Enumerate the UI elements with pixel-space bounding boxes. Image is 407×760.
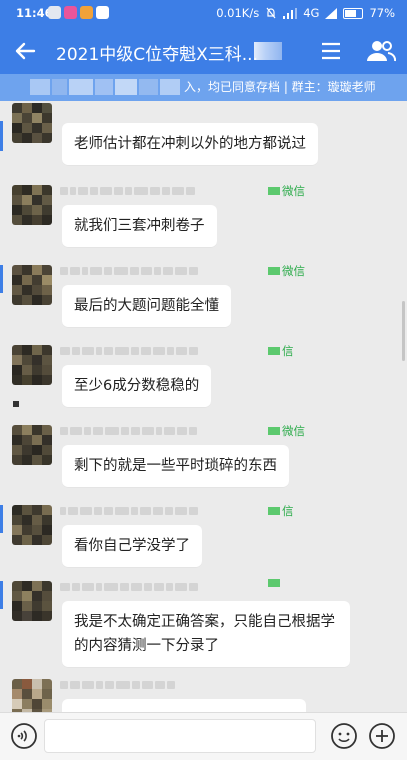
plus-icon[interactable] bbox=[368, 722, 396, 750]
message-bubble-partial[interactable] bbox=[62, 699, 306, 712]
signal-icon bbox=[325, 7, 338, 19]
status-app-icons bbox=[48, 6, 109, 19]
message-bubble[interactable]: 最后的大题问题能全懂 bbox=[62, 285, 231, 327]
message-text: 最后的大题问题能全懂 bbox=[74, 298, 219, 314]
voice-icon[interactable] bbox=[10, 722, 38, 750]
message-text: 就我们三套冲刺卷子 bbox=[74, 218, 205, 234]
battery-icon bbox=[343, 7, 364, 19]
unread-marker bbox=[0, 505, 3, 533]
group-notice-bar[interactable]: 入，均已同意存档 | 群主：璇璇老师 bbox=[0, 74, 407, 101]
notice-text: 入，均已同意存档 | 群主：璇璇老师 bbox=[184, 80, 376, 94]
message-bubble[interactable]: 我是不太确定正确答案，只能自己根据学的内容猜测一下分录了 bbox=[62, 601, 350, 667]
wechat-source-tag: 微信 bbox=[268, 263, 305, 279]
message-meta-blurred bbox=[60, 425, 260, 437]
wechat-source-tag bbox=[268, 579, 282, 587]
notification-app-icon bbox=[48, 6, 61, 19]
message-text: 看你自己学没学了 bbox=[74, 538, 190, 554]
message-text: 我是不太确定正确答案，只能自己根据学的内容猜测一下分录了 bbox=[74, 614, 335, 654]
source-label: 微信 bbox=[282, 184, 305, 198]
message-meta-blurred bbox=[60, 581, 260, 593]
avatar[interactable] bbox=[12, 265, 52, 305]
status-bar: 11:46 0.01K/s 4G 77% bbox=[0, 0, 407, 28]
input-bar bbox=[0, 712, 407, 760]
title-blur bbox=[254, 42, 282, 60]
notification-app-icon bbox=[80, 6, 93, 19]
status-right: 0.01K/s 4G 77% bbox=[216, 6, 395, 20]
avatar[interactable] bbox=[12, 505, 52, 545]
group-members-icon[interactable] bbox=[366, 38, 396, 64]
notification-app-icon bbox=[64, 6, 77, 19]
notification-app-icon bbox=[96, 6, 109, 19]
unread-marker bbox=[0, 581, 3, 609]
network-type: 4G bbox=[303, 6, 320, 20]
emoji-icon[interactable] bbox=[330, 722, 358, 750]
chat-area[interactable]: 老师估计都在冲刺以外的地方都说过 微信 就我们三套冲刺卷子 微信 最后的大题问题… bbox=[0, 101, 407, 712]
unread-marker bbox=[0, 121, 3, 151]
message-meta-blurred bbox=[60, 265, 260, 277]
message-bubble[interactable]: 至少6成分数稳稳的 bbox=[62, 365, 212, 407]
menu-icon[interactable] bbox=[318, 38, 344, 64]
scrollbar[interactable] bbox=[402, 301, 405, 361]
message-bubble[interactable]: 老师估计都在冲刺以外的地方都说过 bbox=[62, 123, 318, 165]
wechat-source-tag: 微信 bbox=[268, 423, 305, 439]
signal-icon bbox=[283, 7, 298, 19]
wechat-source-tag: 信 bbox=[268, 503, 294, 519]
message-text: 老师估计都在冲刺以外的地方都说过 bbox=[74, 136, 306, 152]
source-label: 信 bbox=[282, 344, 294, 358]
back-arrow-icon[interactable] bbox=[10, 36, 40, 66]
message-meta-blurred bbox=[60, 505, 260, 517]
network-speed: 0.01K/s bbox=[216, 6, 260, 20]
wechat-source-tag: 微信 bbox=[268, 183, 305, 199]
message-bubble[interactable]: 看你自己学没学了 bbox=[62, 525, 202, 567]
avatar[interactable] bbox=[12, 581, 52, 621]
source-label: 信 bbox=[282, 504, 294, 518]
notice-blurred-text bbox=[30, 79, 181, 95]
avatar[interactable] bbox=[12, 103, 52, 143]
source-label: 微信 bbox=[282, 424, 305, 438]
avatar[interactable] bbox=[12, 425, 52, 465]
battery-level bbox=[345, 9, 357, 17]
message-meta-blurred bbox=[60, 345, 260, 357]
battery-percent: 77% bbox=[369, 6, 395, 20]
wechat-source-tag: 信 bbox=[268, 343, 294, 359]
avatar[interactable] bbox=[12, 345, 52, 385]
message-bubble[interactable]: 就我们三套冲刺卷子 bbox=[62, 205, 217, 247]
message-text: 至少6成分数稳稳的 bbox=[74, 378, 200, 394]
unread-marker bbox=[0, 265, 3, 293]
source-label: 微信 bbox=[282, 264, 305, 278]
group-title[interactable]: 2021中级C位夺魁X三科... bbox=[56, 40, 258, 65]
message-meta-blurred bbox=[60, 185, 260, 197]
message-input[interactable] bbox=[44, 719, 316, 753]
avatar[interactable] bbox=[12, 185, 52, 225]
small-mark bbox=[13, 401, 19, 407]
message-text: 剩下的就是一些平时琐碎的东西 bbox=[74, 458, 277, 474]
mute-icon bbox=[266, 7, 276, 19]
message-bubble[interactable]: 剩下的就是一些平时琐碎的东西 bbox=[62, 445, 289, 487]
avatar[interactable] bbox=[12, 679, 52, 712]
app-bar: 2021中级C位夺魁X三科... bbox=[0, 28, 407, 74]
message-meta-blurred bbox=[60, 679, 260, 691]
